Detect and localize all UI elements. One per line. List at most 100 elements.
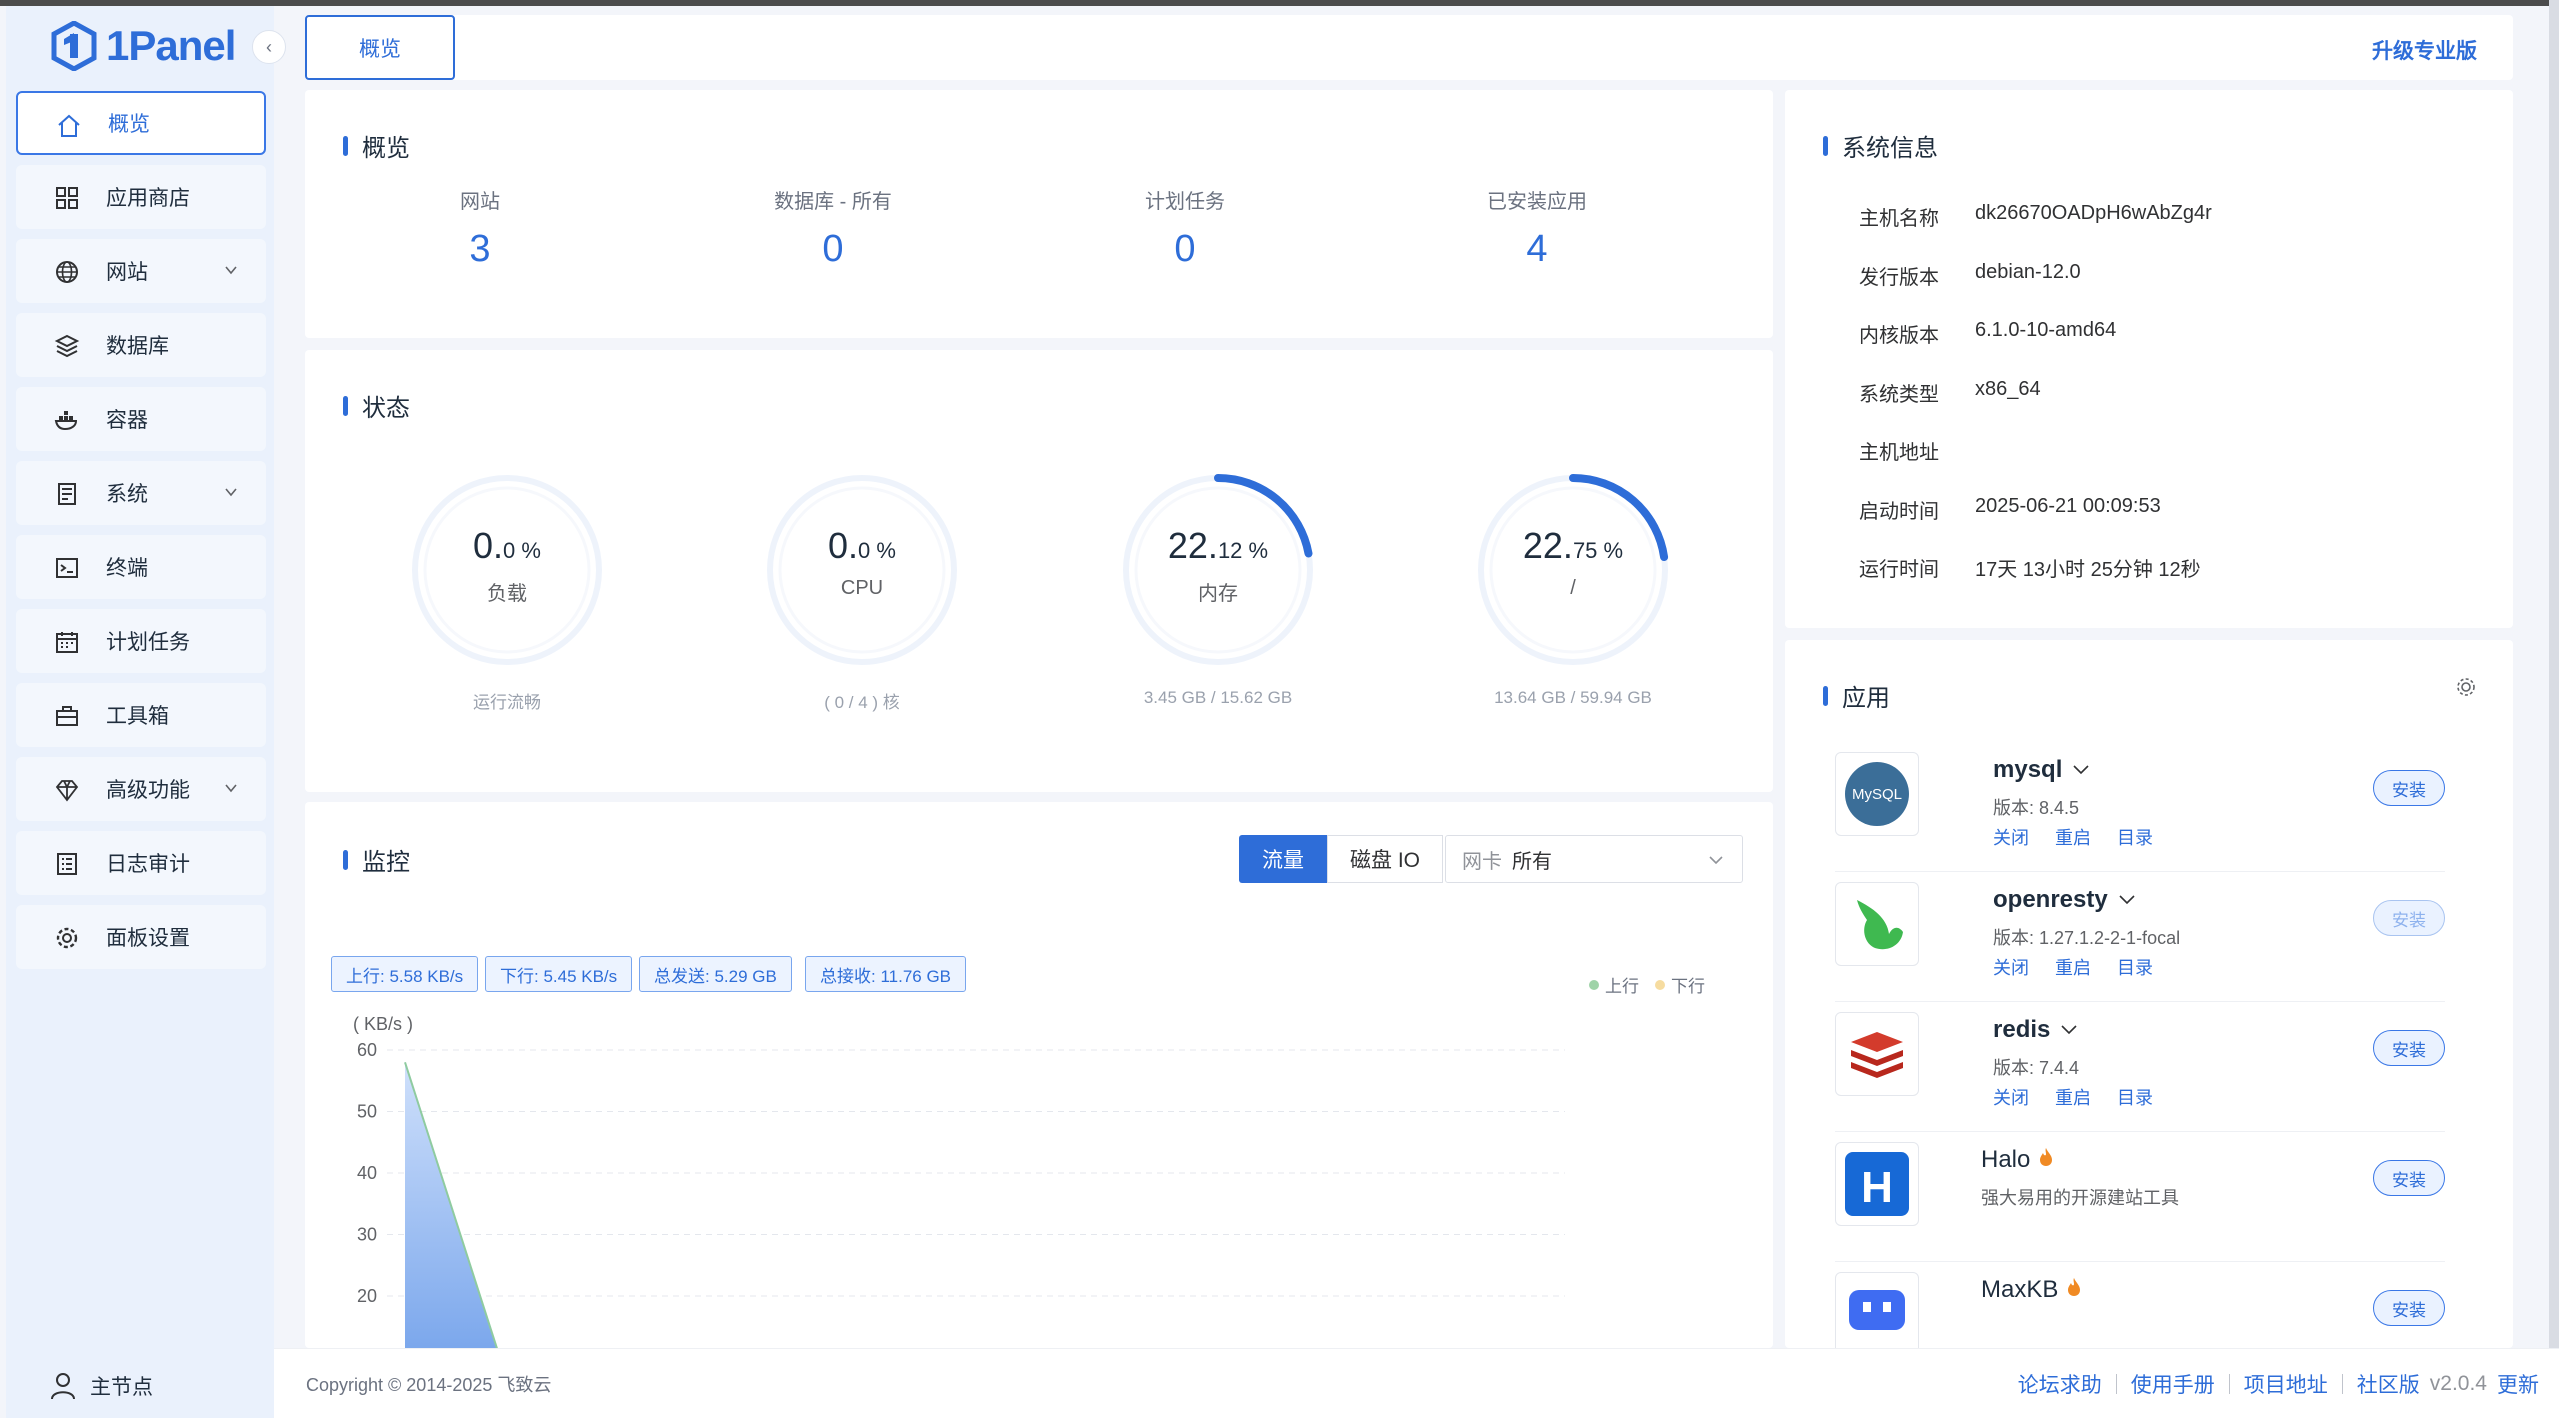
project-link[interactable]: 项目地址: [2244, 1369, 2328, 1399]
app-name[interactable]: Halo: [1981, 1146, 2054, 1174]
tab-overview[interactable]: 概览: [305, 15, 455, 80]
chevron-path: [2073, 765, 2089, 775]
sidebar-item-3[interactable]: 数据库: [16, 313, 266, 377]
gauge-value-dec: 0: [858, 538, 871, 563]
status-card: 状态 0.0 % 负载 运行流畅 0.0 % CPU( 0 / 4 ) 核 22.12 %…: [305, 350, 1773, 792]
overview-stat[interactable]: 数据库 - 所有 0: [703, 185, 963, 271]
app-logo[interactable]: [1835, 882, 1919, 966]
app-logo[interactable]: [1835, 1012, 1919, 1096]
update-link[interactable]: 更新: [2497, 1369, 2539, 1399]
overview-stat-value: 0: [822, 228, 844, 270]
app-action-link[interactable]: 关闭: [1993, 954, 2029, 980]
app-install-button[interactable]: 安装: [2373, 900, 2445, 936]
overview-stat-label: 数据库 - 所有: [774, 191, 892, 213]
sysinfo-row: 主机地址: [1859, 436, 1975, 465]
app-name-text: Halo: [1981, 1146, 2031, 1173]
app-logo[interactable]: [1835, 1272, 1919, 1348]
node-selector[interactable]: 主节点: [50, 1371, 153, 1401]
app-action-link[interactable]: 关闭: [1993, 1084, 2029, 1110]
chevron-down-icon: [225, 266, 237, 275]
app-row: openresty 版本: 1.27.1.2-2-1-focal 关闭 重启 目录 安装: [1835, 882, 2445, 1002]
app-install-button[interactable]: 安装: [2373, 770, 2445, 806]
gauge-center: 22.75 % /: [1473, 525, 1673, 600]
app-name[interactable]: redis: [1993, 1016, 2078, 1044]
grid-icon: [56, 187, 78, 209]
app-action-link[interactable]: 重启: [2055, 954, 2091, 980]
sidebar-item-4[interactable]: 容器: [16, 387, 266, 451]
sidebar-item-5[interactable]: 系统: [16, 461, 266, 525]
gauge-value-unit: %: [870, 538, 896, 563]
sidebar-item-label: 终端: [106, 557, 148, 580]
forum-link[interactable]: 论坛求助: [2018, 1369, 2102, 1399]
app-action-link[interactable]: 重启: [2055, 1084, 2091, 1110]
overview-stat[interactable]: 计划任务 0: [1055, 185, 1315, 271]
overview-stat[interactable]: 网站 3: [350, 185, 610, 271]
gauge-subtext: ( 0 / 4 ) 核: [824, 693, 900, 712]
overview-stat[interactable]: 已安装应用 4: [1407, 185, 1667, 271]
brand-name: 1Panel: [106, 22, 236, 69]
sidebar-item-11[interactable]: 面板设置: [16, 905, 266, 969]
app-version: 版本: 8.4.5: [1993, 798, 2080, 818]
app-version: 版本: 1.27.1.2-2-1-focal: [1993, 928, 2181, 948]
openresty-logo-icon: [1857, 900, 1903, 950]
divider: [2341, 1374, 2343, 1394]
traffic-tag: 下行: 5.45 KB/s: [485, 956, 633, 992]
gauge-value-int: 0.: [473, 525, 504, 566]
upgrade-pro-link[interactable]: 升级专业版: [2372, 35, 2477, 65]
sidebar-item-7[interactable]: 计划任务: [16, 609, 266, 673]
sidebar-item-10[interactable]: 日志审计: [16, 831, 266, 895]
app-action-link[interactable]: 重启: [2055, 824, 2091, 850]
brand-logo[interactable]: 1Panel: [50, 18, 236, 74]
app-action-link[interactable]: 关闭: [1993, 824, 2029, 850]
app-name[interactable]: mysql: [1993, 756, 2090, 784]
app-action-link[interactable]: 目录: [2117, 954, 2153, 980]
monitor-type-toggle: 流量 磁盘 IO: [1239, 835, 1443, 883]
chevron-left-icon: ‹: [266, 36, 272, 57]
sidebar-item-9[interactable]: 高级功能: [16, 757, 266, 821]
disk-io-toggle[interactable]: 磁盘 IO: [1327, 835, 1443, 883]
app-logo[interactable]: H: [1835, 1142, 1919, 1226]
top-header: 概览 升级专业版: [305, 15, 2513, 80]
nic-select[interactable]: 网卡 所有: [1445, 835, 1743, 883]
manual-link[interactable]: 使用手册: [2131, 1369, 2215, 1399]
sidebar-item-2[interactable]: 网站: [16, 239, 266, 303]
app-actions: 关闭 重启 目录: [1993, 1084, 2153, 1110]
app-action-link[interactable]: 目录: [2117, 1084, 2153, 1110]
sysinfo-row: 启动时间 2025-06-21 00:09:53: [1859, 495, 2161, 524]
sysinfo-key: 主机地址: [1859, 442, 1939, 464]
app-name[interactable]: openresty: [1993, 886, 2136, 914]
sidebar-item-label: 应用商店: [106, 187, 190, 210]
sidebar-item-8[interactable]: 工具箱: [16, 683, 266, 747]
app-install-button[interactable]: 安装: [2373, 1160, 2445, 1196]
layers-icon: [54, 334, 80, 358]
sysinfo-row: 运行时间 17天 13小时 25分钟 12秒: [1859, 553, 2201, 582]
sysinfo-title: 系统信息: [1823, 128, 1938, 163]
gauge-value: 22.75 %: [1473, 525, 1673, 567]
sidebar-item-6[interactable]: 终端: [16, 535, 266, 599]
legend-label[interactable]: 上行: [1605, 972, 1639, 997]
page-footer: Copyright © 2014-2025 飞致云 论坛求助 使用手册 项目地址…: [274, 1348, 2559, 1418]
home-icon: [58, 114, 80, 137]
sysinfo-value: x86_64: [1975, 377, 2041, 400]
flame-icon: [2068, 1278, 2081, 1296]
gauge-name: 负载: [487, 583, 527, 605]
app-logo[interactable]: MySQL: [1835, 752, 1919, 836]
app-install-button[interactable]: 安装: [2373, 1290, 2445, 1326]
sidebar-item-0[interactable]: 概览: [16, 91, 266, 155]
legend-label[interactable]: 下行: [1671, 972, 1705, 997]
app-name-text: mysql: [1993, 756, 2063, 783]
sidebar-item-label: 数据库: [106, 335, 169, 358]
overview-stat-value: 4: [1526, 228, 1548, 270]
app-name[interactable]: MaxKB: [1981, 1276, 2082, 1304]
gauge-name: CPU: [840, 577, 884, 599]
sidebar-item-1[interactable]: 应用商店: [16, 165, 266, 229]
sidebar-item-label: 高级功能: [106, 779, 190, 802]
gear-icon[interactable]: [2455, 676, 2477, 698]
traffic-toggle[interactable]: 流量: [1239, 835, 1327, 883]
app-install-button[interactable]: 安装: [2373, 1030, 2445, 1066]
sidebar-collapse-button[interactable]: ‹: [252, 30, 286, 64]
app-actions: 关闭 重启 目录: [1993, 954, 2153, 980]
app-action-link[interactable]: 目录: [2117, 824, 2153, 850]
sysinfo-key: 运行时间: [1859, 559, 1939, 581]
edition-link[interactable]: 社区版: [2357, 1369, 2420, 1399]
